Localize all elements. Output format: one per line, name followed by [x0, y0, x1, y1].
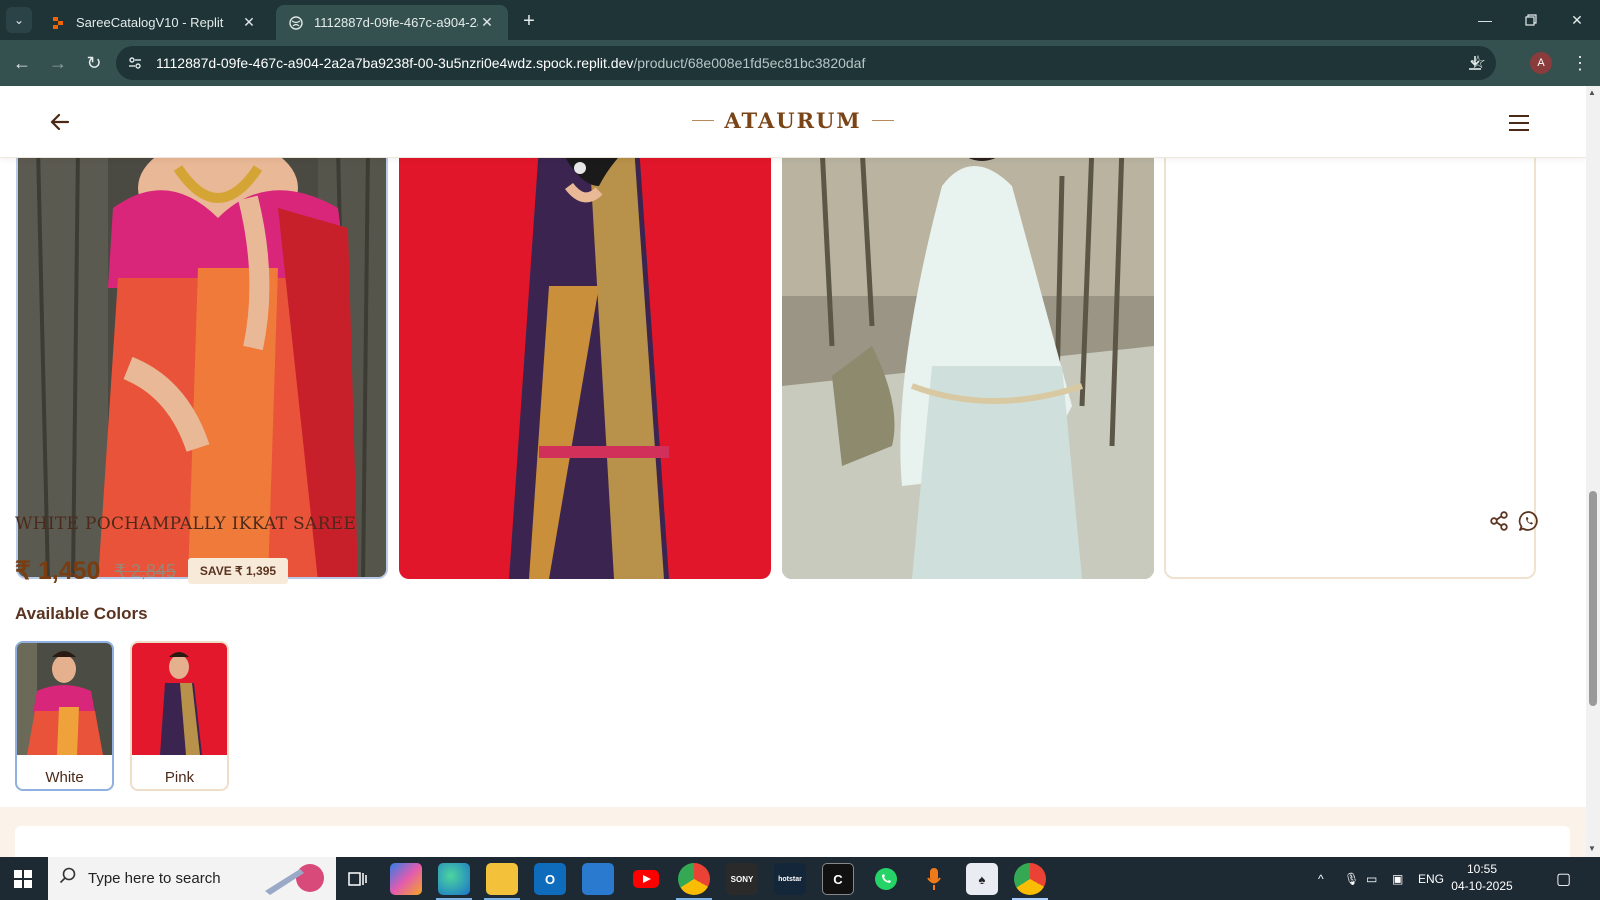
color-label: Pink: [164, 769, 195, 786]
battery-icon[interactable]: ▭: [1366, 857, 1377, 900]
url-host: 1112887d-09fe-467c-a904-2a2a7ba9238f-00-…: [156, 55, 634, 71]
gallery-image-2[interactable]: [399, 146, 771, 579]
notifications-icon[interactable]: ▢: [1556, 857, 1571, 900]
mic-tray-icon[interactable]: 🎙: [1344, 857, 1359, 900]
language-indicator[interactable]: ENG: [1418, 857, 1444, 900]
reload-icon[interactable]: ↻: [80, 49, 108, 77]
search-highlight-art-icon: [265, 864, 324, 895]
hotstar-icon[interactable]: hotstar: [774, 863, 806, 895]
tab-product-page[interactable]: 1112887d-09fe-467c-a904-2a2 ✕: [276, 5, 508, 40]
windows-taskbar: Type here to search O SONY hotstar C ♠ ^…: [0, 857, 1600, 900]
globe-favicon-icon: [288, 15, 304, 31]
next-section-card: [15, 826, 1570, 857]
save-badge: SAVE ₹ 1,395: [187, 558, 289, 584]
site-header: ATAURUM: [0, 86, 1586, 158]
logo-rule-left: [692, 120, 715, 121]
scroll-up-icon[interactable]: ▲: [1588, 88, 1596, 97]
clock-date: 04-10-2025: [1451, 879, 1513, 893]
color-thumbnail: [17, 643, 112, 755]
sale-price: ₹ 1,450: [15, 557, 101, 585]
new-tab-icon[interactable]: +: [516, 8, 542, 34]
url-text: 1112887d-09fe-467c-a904-2a2a7ba9238f-00-…: [156, 55, 865, 71]
tab-title: SareeCatalogV10 - Replit: [76, 15, 224, 30]
system-clock[interactable]: 10:55 04-10-2025: [1450, 861, 1514, 895]
color-option-pink[interactable]: Pink: [130, 641, 229, 791]
profile-avatar[interactable]: A: [1530, 52, 1552, 74]
search-icon: [48, 867, 88, 890]
taskbar-search[interactable]: Type here to search: [48, 857, 336, 900]
restore-icon[interactable]: [1508, 0, 1554, 40]
site-logo[interactable]: ATAURUM: [0, 108, 1586, 133]
logo-text: ATAURUM: [724, 108, 862, 133]
chrome-profile-icon[interactable]: [678, 863, 710, 895]
microphone-app-icon[interactable]: [918, 863, 950, 895]
file-explorer-icon[interactable]: [486, 863, 518, 895]
chrome-icon[interactable]: [1014, 863, 1046, 895]
store-app-icon[interactable]: [582, 863, 614, 895]
sonyliv-icon[interactable]: SONY: [726, 863, 758, 895]
url-path: /product/68e008e1fd5ec81bc3820daf: [633, 55, 866, 71]
scrollbar-thumb[interactable]: [1589, 491, 1597, 706]
tab-replit[interactable]: SareeCatalogV10 - Replit ✕: [38, 5, 270, 40]
tab-search-chevron-icon[interactable]: ⌄: [6, 7, 32, 33]
windows-start-icon[interactable]: [0, 857, 46, 900]
color-label: White: [45, 769, 84, 786]
clock-time: 10:55: [1466, 862, 1498, 876]
youtube-icon[interactable]: [630, 863, 662, 895]
share-icon[interactable]: [1488, 510, 1510, 532]
edge-icon[interactable]: [438, 863, 470, 895]
color-option-white[interactable]: White: [15, 641, 114, 791]
original-price: ₹ 2,845: [114, 560, 176, 581]
whatsapp-icon[interactable]: [1518, 510, 1540, 532]
task-view-icon[interactable]: [342, 863, 374, 895]
gallery-image-3[interactable]: [782, 146, 1154, 579]
browser-toolbar: ← → ↻ 1112887d-09fe-467c-a904-2a2a7ba923…: [0, 40, 1600, 86]
back-icon[interactable]: ←: [8, 49, 36, 77]
tab-title: 1112887d-09fe-467c-a904-2a2: [314, 15, 478, 30]
tab-close-icon[interactable]: ✕: [240, 14, 258, 31]
logo-rule-right: [871, 120, 894, 121]
page-viewport: ATAURUM WHITE POCHAMPALLY IKKAT SAREE ₹ …: [0, 86, 1586, 857]
kebab-menu-icon[interactable]: ⋮: [1566, 49, 1594, 77]
available-colors-heading: Available Colors: [15, 604, 148, 623]
solitaire-icon[interactable]: ♠: [966, 863, 998, 895]
color-thumbnail: [132, 643, 227, 755]
replit-favicon-icon: [50, 15, 66, 31]
whatsapp-app-icon[interactable]: [870, 863, 902, 895]
page-scrollbar[interactable]: ▲ ▼: [1586, 86, 1600, 857]
close-window-icon[interactable]: ✕: [1554, 0, 1600, 40]
taskbar-search-placeholder: Type here to search: [88, 870, 221, 887]
app-c-icon[interactable]: C: [822, 863, 854, 895]
tab-close-icon[interactable]: ✕: [478, 14, 496, 31]
browser-tab-strip: ⌄ SareeCatalogV10 - Replit ✕ 1112887d-09…: [0, 0, 1600, 40]
network-icon[interactable]: ▣: [1392, 857, 1403, 900]
outlook-icon[interactable]: O: [534, 863, 566, 895]
tray-overflow-icon[interactable]: ^: [1318, 857, 1324, 900]
price-row: ₹ 1,450 ₹ 2,845 SAVE ₹ 1,395: [15, 556, 289, 586]
scroll-down-icon[interactable]: ▼: [1588, 844, 1596, 853]
copilot-icon[interactable]: [390, 863, 422, 895]
product-title: WHITE POCHAMPALLY IKKAT SAREE: [15, 514, 357, 534]
forward-icon[interactable]: →: [44, 49, 72, 77]
address-bar[interactable]: 1112887d-09fe-467c-a904-2a2a7ba9238f-00-…: [116, 46, 1496, 80]
download-icon[interactable]: [1461, 49, 1489, 77]
minimize-icon[interactable]: —: [1462, 0, 1508, 40]
gallery-image-4-placeholder[interactable]: [1164, 146, 1536, 579]
site-info-icon[interactable]: [120, 48, 150, 78]
hamburger-icon[interactable]: [1505, 110, 1533, 134]
